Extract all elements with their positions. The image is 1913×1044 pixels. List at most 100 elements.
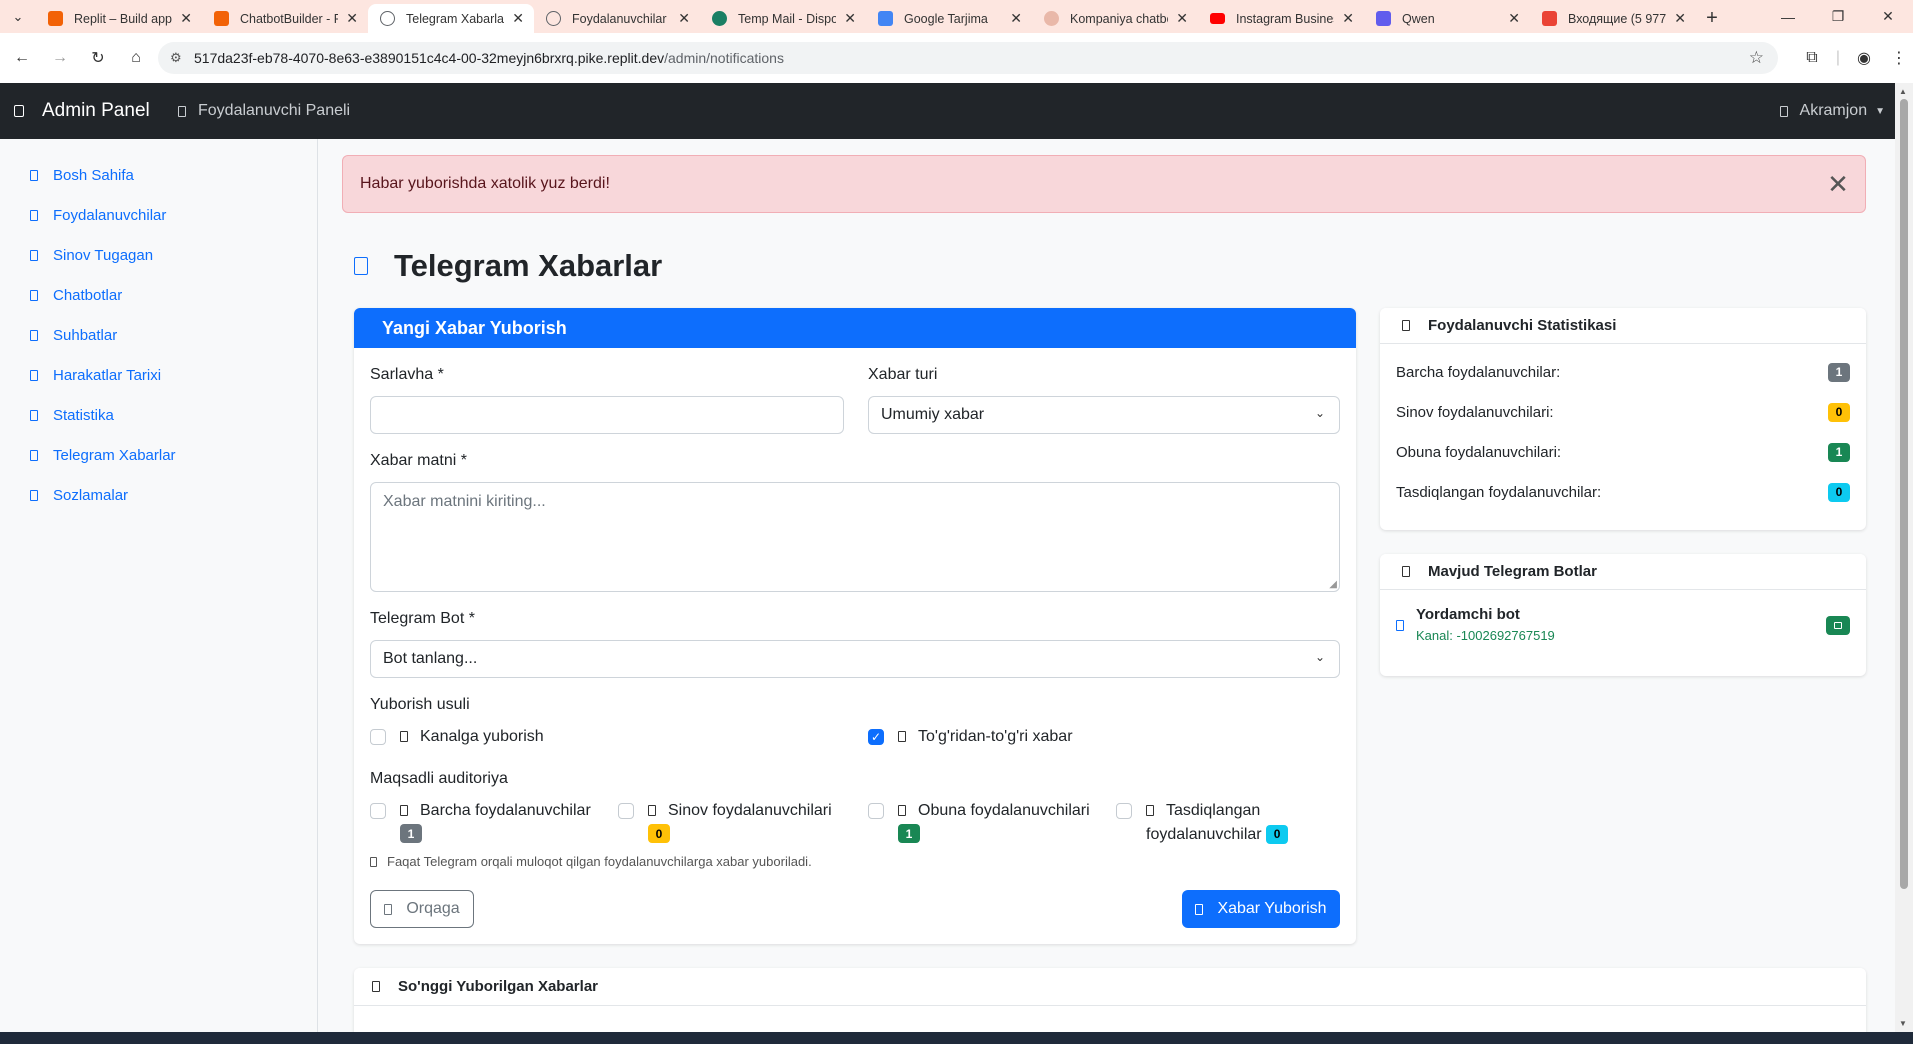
message-type-select[interactable]: Umumiy xabar ⌄: [868, 396, 1340, 434]
forward-icon[interactable]: →: [44, 42, 76, 74]
browser-tab[interactable]: Replit – Build apps ✕: [36, 4, 202, 33]
title-label: Sarlavha *: [370, 366, 444, 383]
reload-icon[interactable]: ↻: [82, 42, 114, 74]
checkbox[interactable]: [868, 803, 884, 819]
back-button[interactable]: Orqaga: [370, 890, 474, 928]
close-icon[interactable]: ✕: [1674, 10, 1686, 27]
sidebar-item-conversations[interactable]: Suhbatlar: [30, 323, 117, 347]
scroll-thumb[interactable]: [1900, 99, 1908, 889]
audience-all-checkbox[interactable]: Barcha foydalanuvchilar 1: [370, 802, 600, 843]
browser-tab[interactable]: Foydalanuvchilar ✕: [534, 4, 700, 33]
send-message-button[interactable]: Xabar Yuborish: [1182, 890, 1340, 928]
close-icon[interactable]: ✕: [844, 10, 856, 27]
robot-icon: [30, 289, 38, 301]
browser-tab[interactable]: ChatbotBuilder - Replit✕: [202, 4, 368, 33]
chevron-down-icon: ⌄: [1314, 406, 1325, 420]
resize-handle[interactable]: ◢: [1329, 579, 1337, 590]
chart-icon: [30, 409, 38, 421]
page-title: Telegram Xabarlar: [354, 244, 662, 288]
title-input[interactable]: [370, 396, 844, 434]
sidebar-item-trial-expired[interactable]: Sinov Tugagan: [30, 243, 153, 267]
audience-subscribed-checkbox[interactable]: Obuna foydalanuvchilari 1: [868, 802, 1108, 843]
sidebar-item-chatbots[interactable]: Chatbotlar: [30, 283, 122, 307]
sidebar-item-statistics[interactable]: Statistika: [30, 403, 114, 427]
checkbox-checked[interactable]: ✓: [868, 729, 884, 745]
close-window-icon[interactable]: ✕: [1863, 0, 1913, 33]
close-icon[interactable]: ✕: [512, 10, 524, 27]
card-header: Yangi Xabar Yuborish: [354, 308, 1356, 348]
chart-icon: [1402, 320, 1410, 331]
count-badge: 0: [1828, 402, 1850, 422]
toolbar-actions: ⧉ | ◉ ⋮: [1791, 42, 1913, 74]
browser-tab[interactable]: Kompaniya chatbot ✕: [1032, 4, 1198, 33]
os-taskbar: [0, 1032, 1913, 1044]
telegram-icon: [30, 449, 38, 461]
close-icon[interactable]: ✕: [1508, 10, 1520, 27]
sidebar-item-settings[interactable]: Sozlamalar: [30, 483, 128, 507]
sidebar-item-users[interactable]: Foydalanuvchilar: [30, 203, 166, 227]
sidebar: Bosh Sahifa Foydalanuvchilar Sinov Tugag…: [0, 139, 318, 1032]
bot-label: Telegram Bot *: [370, 610, 475, 627]
browser-tab[interactable]: Qwen ✕: [1364, 4, 1530, 33]
profile-avatar[interactable]: ◉: [1843, 48, 1885, 68]
menu-icon[interactable]: ⋮: [1885, 48, 1913, 68]
address-bar[interactable]: ⚙ 517da23f-eb78-4070-8e63-e3890151c4c4-0…: [158, 42, 1778, 74]
bot-select[interactable]: Bot tanlang... ⌄: [370, 640, 1340, 678]
broadcast-icon: [400, 731, 408, 742]
audience-trial-checkbox[interactable]: Sinov foydalanuvchilari 0: [618, 802, 858, 843]
scroll-down-icon[interactable]: ▼: [1899, 1019, 1907, 1028]
telegram-bots-card: Mavjud Telegram Botlar Yordamchi bot Kan…: [1380, 554, 1866, 676]
browser-tab[interactable]: Temp Mail - Disposable✕: [700, 4, 866, 33]
sidebar-item-activity-log[interactable]: Harakatlar Tarixi: [30, 363, 161, 387]
checkbox[interactable]: [618, 803, 634, 819]
user-panel-link[interactable]: Foydalanuvchi Paneli: [178, 83, 350, 139]
extensions-icon[interactable]: ⧉: [1791, 49, 1833, 67]
direct-message-checkbox[interactable]: ✓ To'g'ridan-to'g'ri xabar: [868, 728, 1073, 746]
caret-down-icon: ▼: [1875, 105, 1885, 117]
audience-label: Maqsadli auditoriya: [370, 770, 508, 787]
card-header: Foydalanuvchi Statistikasi: [1380, 308, 1866, 344]
card-header: So'nggi Yuborilgan Xabarlar: [354, 968, 1866, 1006]
audience-verified-checkbox[interactable]: Tasdiqlangan foydalanuvchilar 0: [1116, 802, 1346, 847]
site-settings-icon[interactable]: ⚙: [170, 50, 182, 66]
checkbox[interactable]: [1116, 803, 1132, 819]
restore-icon[interactable]: ❐: [1813, 0, 1863, 33]
browser-tab[interactable]: Instagram Business✕: [1198, 4, 1364, 33]
send-to-channel-checkbox[interactable]: Kanalga yuborish: [370, 728, 544, 746]
close-icon[interactable]: ✕: [1176, 10, 1188, 27]
close-icon[interactable]: ✕: [180, 10, 192, 27]
browser-tab[interactable]: Входящие (5 977) ✕: [1530, 4, 1696, 33]
sidebar-item-telegram-messages[interactable]: Telegram Xabarlar: [30, 443, 176, 467]
bookmark-star-icon[interactable]: ☆: [1749, 48, 1764, 68]
browser-tab-active[interactable]: Telegram Xabarlar ✕: [368, 4, 534, 33]
page-scrollbar[interactable]: ▲ ▼: [1895, 83, 1913, 1032]
sidebar-item-home[interactable]: Bosh Sahifa: [30, 163, 134, 187]
tab-search-icon[interactable]: ⌄: [0, 0, 36, 33]
new-tab-icon[interactable]: +: [1696, 4, 1728, 33]
message-textarea[interactable]: Xabar matnini kiriting... ◢: [370, 482, 1340, 592]
browser-tab[interactable]: Google Tarjima ✕: [866, 4, 1032, 33]
count-badge: 0: [1266, 824, 1289, 844]
close-icon[interactable]: ✕: [1825, 171, 1851, 197]
checkbox[interactable]: [370, 729, 386, 745]
user-dropdown[interactable]: Akramjon ▼: [1779, 83, 1885, 139]
checkbox[interactable]: [370, 803, 386, 819]
close-icon[interactable]: ✕: [678, 10, 690, 27]
dashboard-icon: [14, 105, 24, 117]
brand[interactable]: Admin Panel: [14, 83, 150, 139]
type-label: Xabar turi: [868, 366, 938, 383]
window-controls: — ❐ ✕: [1763, 0, 1913, 33]
gmail-icon: [1542, 11, 1557, 26]
minimize-icon[interactable]: —: [1763, 0, 1813, 33]
close-icon[interactable]: ✕: [346, 10, 358, 27]
clock-icon: [30, 249, 38, 261]
divider: |: [1835, 49, 1841, 66]
history-icon: [30, 369, 38, 381]
close-icon[interactable]: ✕: [1342, 10, 1354, 27]
count-badge: 1: [400, 824, 422, 843]
back-icon[interactable]: ←: [6, 42, 38, 74]
robot-icon: [1396, 620, 1404, 631]
scroll-up-icon[interactable]: ▲: [1899, 87, 1907, 96]
home-icon[interactable]: ⌂: [120, 42, 152, 74]
close-icon[interactable]: ✕: [1010, 10, 1022, 27]
